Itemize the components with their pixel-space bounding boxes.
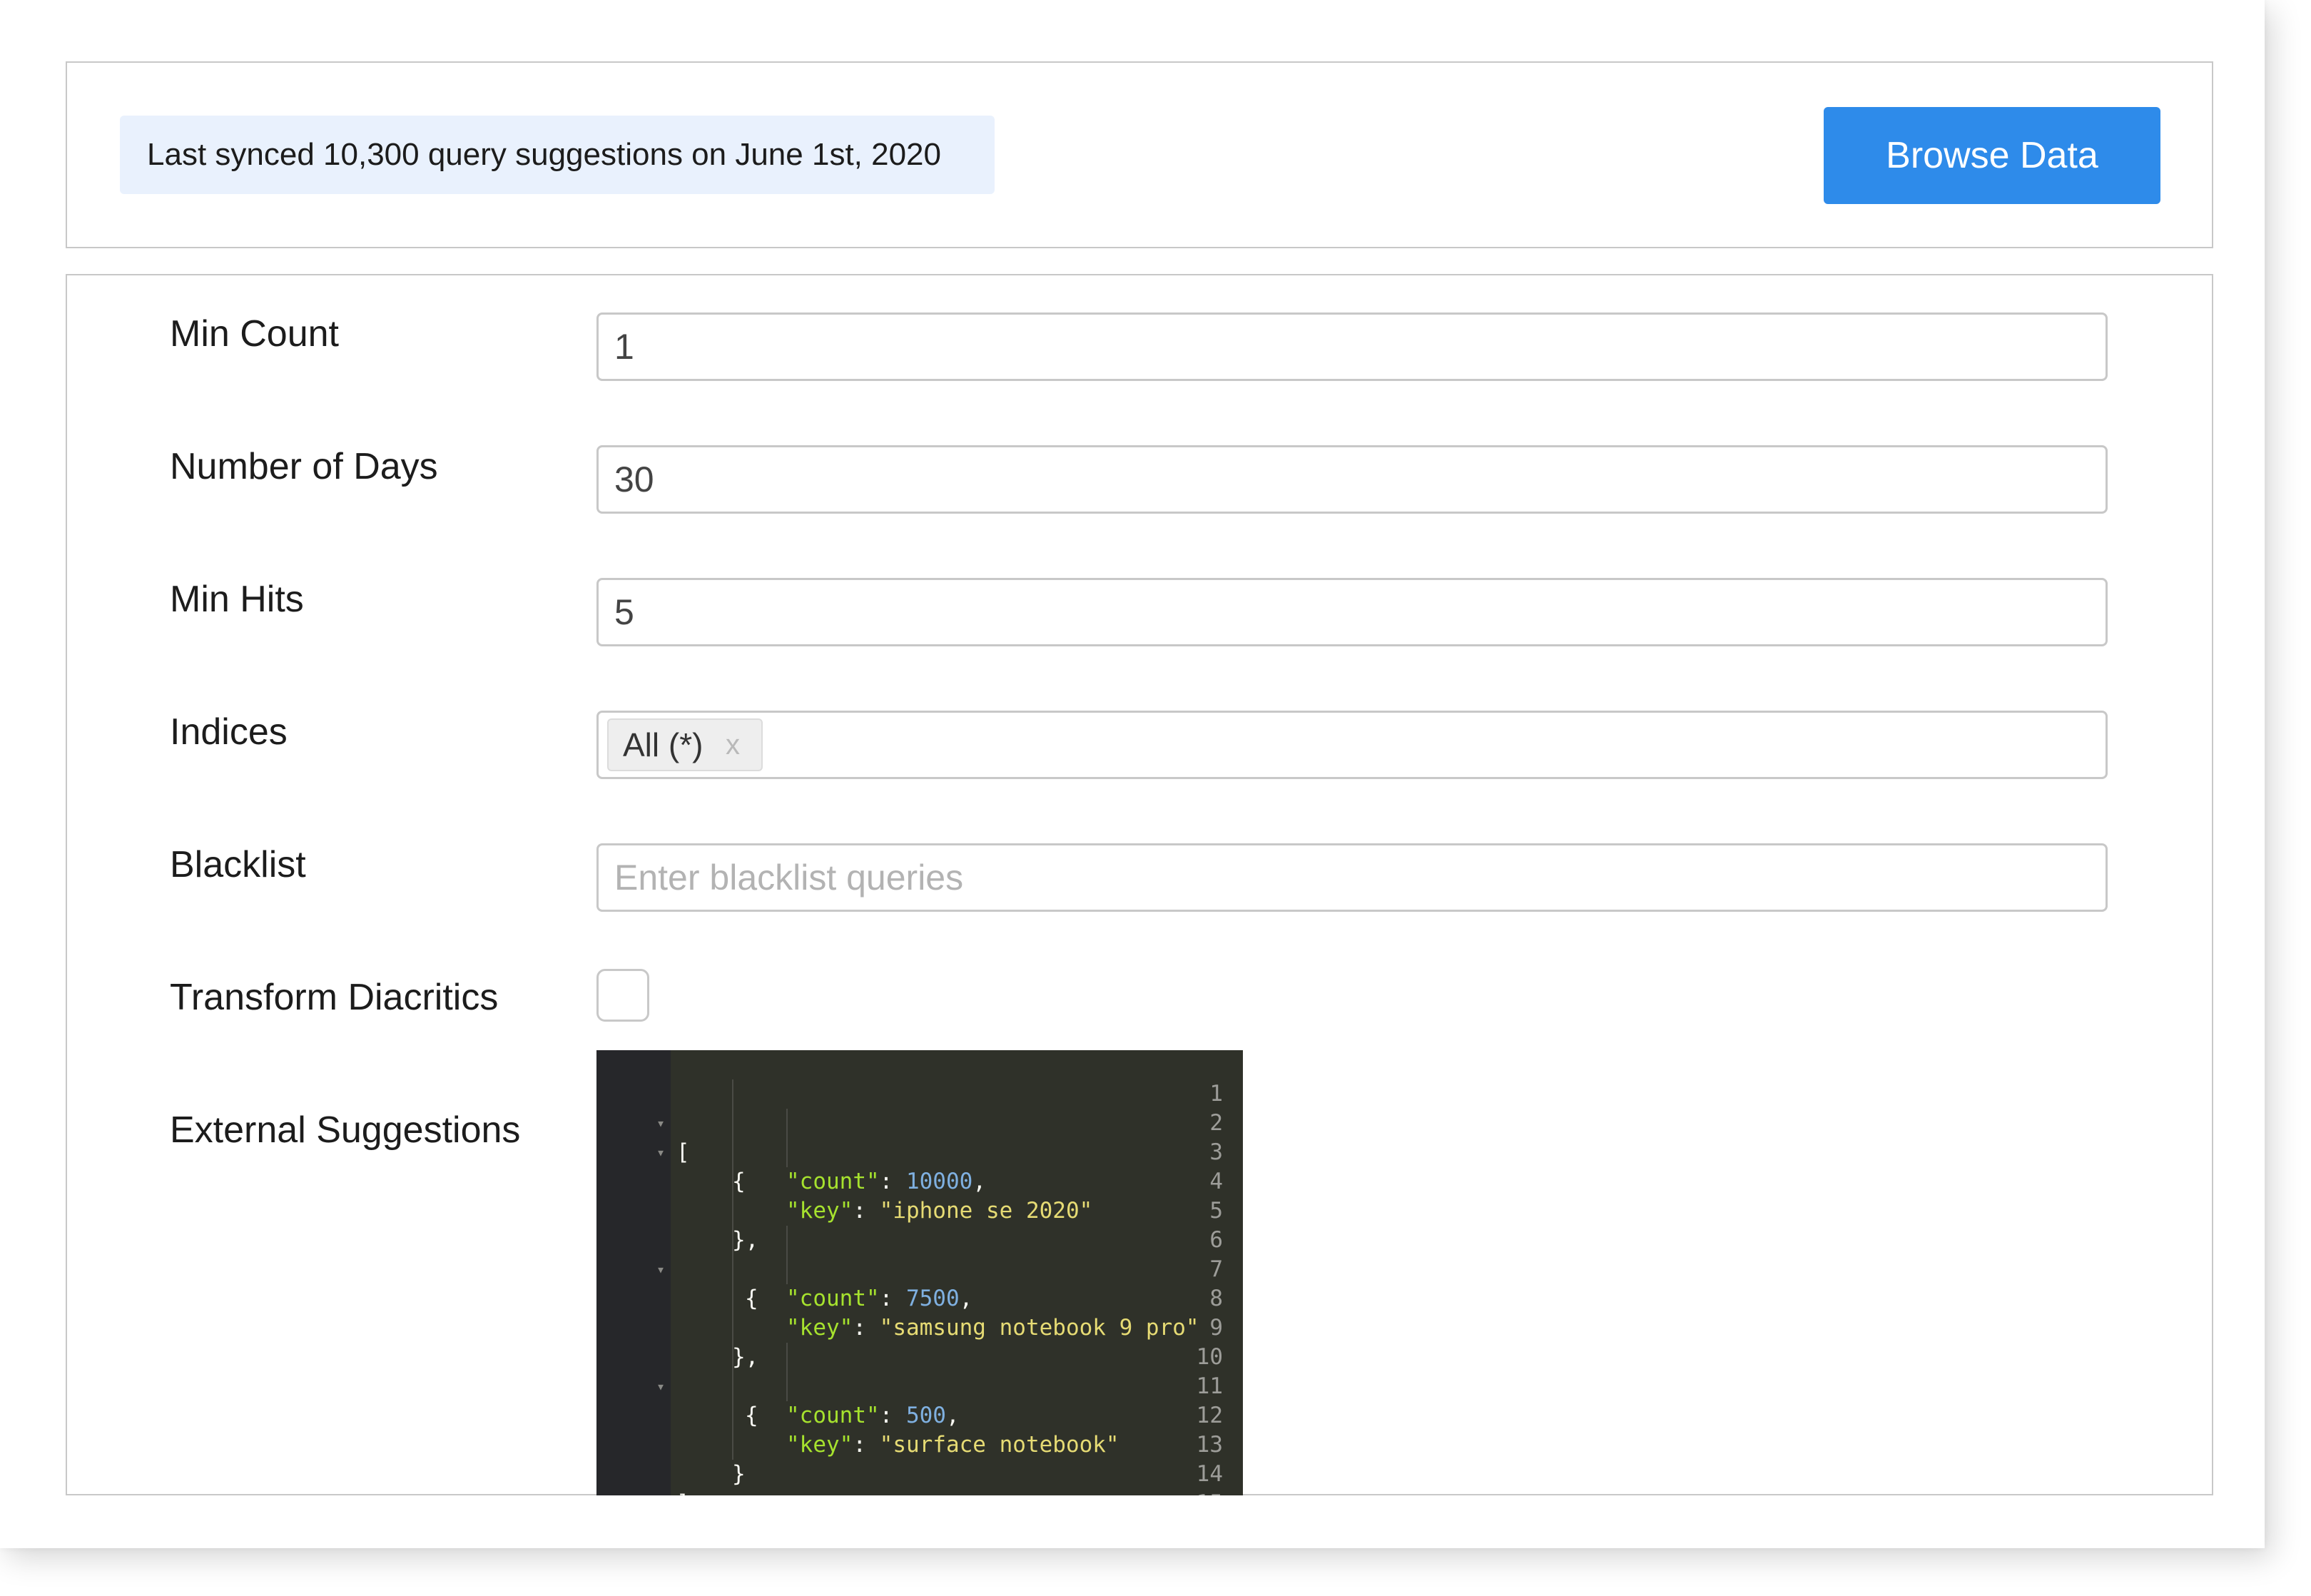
- sync-panel: Last synced 10,300 query suggestions on …: [66, 61, 2213, 248]
- number-of-days-input[interactable]: 30: [596, 445, 2108, 514]
- blacklist-label: Blacklist: [170, 844, 306, 885]
- external-suggestions-label: External Suggestions: [170, 1109, 521, 1151]
- transform-diacritics-checkbox[interactable]: [596, 969, 649, 1022]
- code-line: 13 }: [732, 1432, 1223, 1487]
- code-line: 11 "count": 500,: [786, 1373, 1223, 1428]
- min-hits-input[interactable]: 5: [596, 578, 2108, 646]
- index-tag-label: All (*): [623, 726, 704, 763]
- code-line: 10 ▾ {: [656, 1344, 1223, 1428]
- code-line: 3 "count": 10000,: [786, 1139, 1223, 1194]
- min-count-input[interactable]: 1: [596, 312, 2108, 381]
- index-tag-all: All (*) x: [607, 718, 763, 771]
- code-line: 15: [596, 1460, 1243, 1495]
- code-line: 2 ▾ {: [656, 1110, 1223, 1194]
- code-line: 5 },: [732, 1198, 1223, 1253]
- min-hits-label: Min Hits: [170, 579, 304, 620]
- sync-status-banner: Last synced 10,300 query suggestions on …: [120, 116, 995, 194]
- code-line: 4 "key": "iphone se 2020": [786, 1169, 1223, 1224]
- indices-input[interactable]: All (*) x: [596, 711, 2108, 779]
- remove-tag-icon[interactable]: x: [726, 720, 740, 770]
- code-line: 12 "key": "surface notebook": [786, 1403, 1223, 1458]
- code-line: 9 },: [732, 1315, 1223, 1370]
- blacklist-input[interactable]: Enter blacklist queries: [596, 843, 2108, 912]
- code-line: 1 ▾ [: [656, 1081, 1223, 1165]
- app-window: Last synced 10,300 query suggestions on …: [0, 0, 2265, 1548]
- indices-label: Indices: [170, 711, 288, 753]
- code-line: 6 ▾ {: [656, 1227, 1223, 1311]
- number-of-days-label: Number of Days: [170, 446, 438, 487]
- settings-form: Min Count 1 Number of Days 30 Min Hits 5…: [66, 274, 2213, 1495]
- min-count-label: Min Count: [170, 313, 339, 355]
- json-code-editor[interactable]: 1 ▾ [ 2 ▾ { 3 "count": 10000, 4 "key": "…: [596, 1050, 1243, 1495]
- browse-data-button[interactable]: Browse Data: [1824, 107, 2160, 204]
- transform-diacritics-label: Transform Diacritics: [170, 977, 499, 1018]
- code-line: 8 "key": "samsung notebook 9 pro": [786, 1286, 1223, 1341]
- code-line: 14 ]: [676, 1461, 1223, 1495]
- code-line: 7 "count": 7500,: [786, 1256, 1223, 1311]
